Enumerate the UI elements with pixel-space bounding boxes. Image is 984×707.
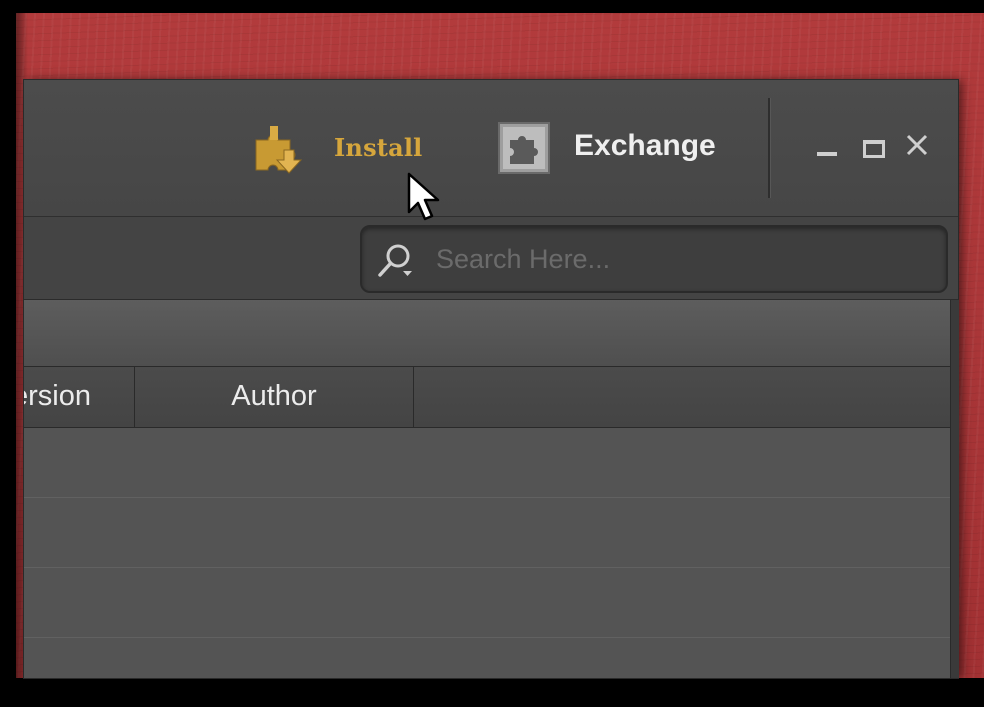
extension-manager-window: Install Exchange Search Here... rsion Au… xyxy=(24,80,959,678)
search-bar-row xyxy=(24,217,958,300)
table-header: ersion Author xyxy=(24,367,950,428)
screen-border-left xyxy=(0,0,16,678)
table-row[interactable] xyxy=(24,498,950,568)
table-body xyxy=(24,428,950,678)
exchange-label: Exchange xyxy=(574,129,716,162)
minimize-button[interactable] xyxy=(814,132,840,158)
screen-border-top xyxy=(0,0,984,13)
puzzle-download-icon xyxy=(255,126,303,174)
toolbar-divider xyxy=(768,98,771,198)
category-bar xyxy=(24,300,950,367)
close-icon xyxy=(906,134,928,156)
mouse-pointer-icon xyxy=(407,172,440,221)
close-button[interactable] xyxy=(904,132,930,158)
install-button[interactable]: Install xyxy=(250,120,440,176)
search-icon xyxy=(378,244,412,277)
search-box[interactable] xyxy=(360,225,948,293)
search-input[interactable] xyxy=(436,241,916,277)
table-row[interactable] xyxy=(24,568,950,638)
table-row[interactable] xyxy=(24,428,950,498)
exchange-button[interactable]: Exchange xyxy=(498,122,738,178)
table-row[interactable] xyxy=(24,638,950,707)
column-header-version[interactable]: ersion xyxy=(24,367,135,427)
install-label: Install xyxy=(334,133,423,162)
title-bar: Install Exchange xyxy=(24,80,958,217)
column-header-author[interactable]: Author xyxy=(135,367,414,427)
vertical-scrollbar[interactable] xyxy=(950,300,959,678)
maximize-button[interactable] xyxy=(860,132,886,158)
puzzle-box-icon xyxy=(498,122,550,174)
